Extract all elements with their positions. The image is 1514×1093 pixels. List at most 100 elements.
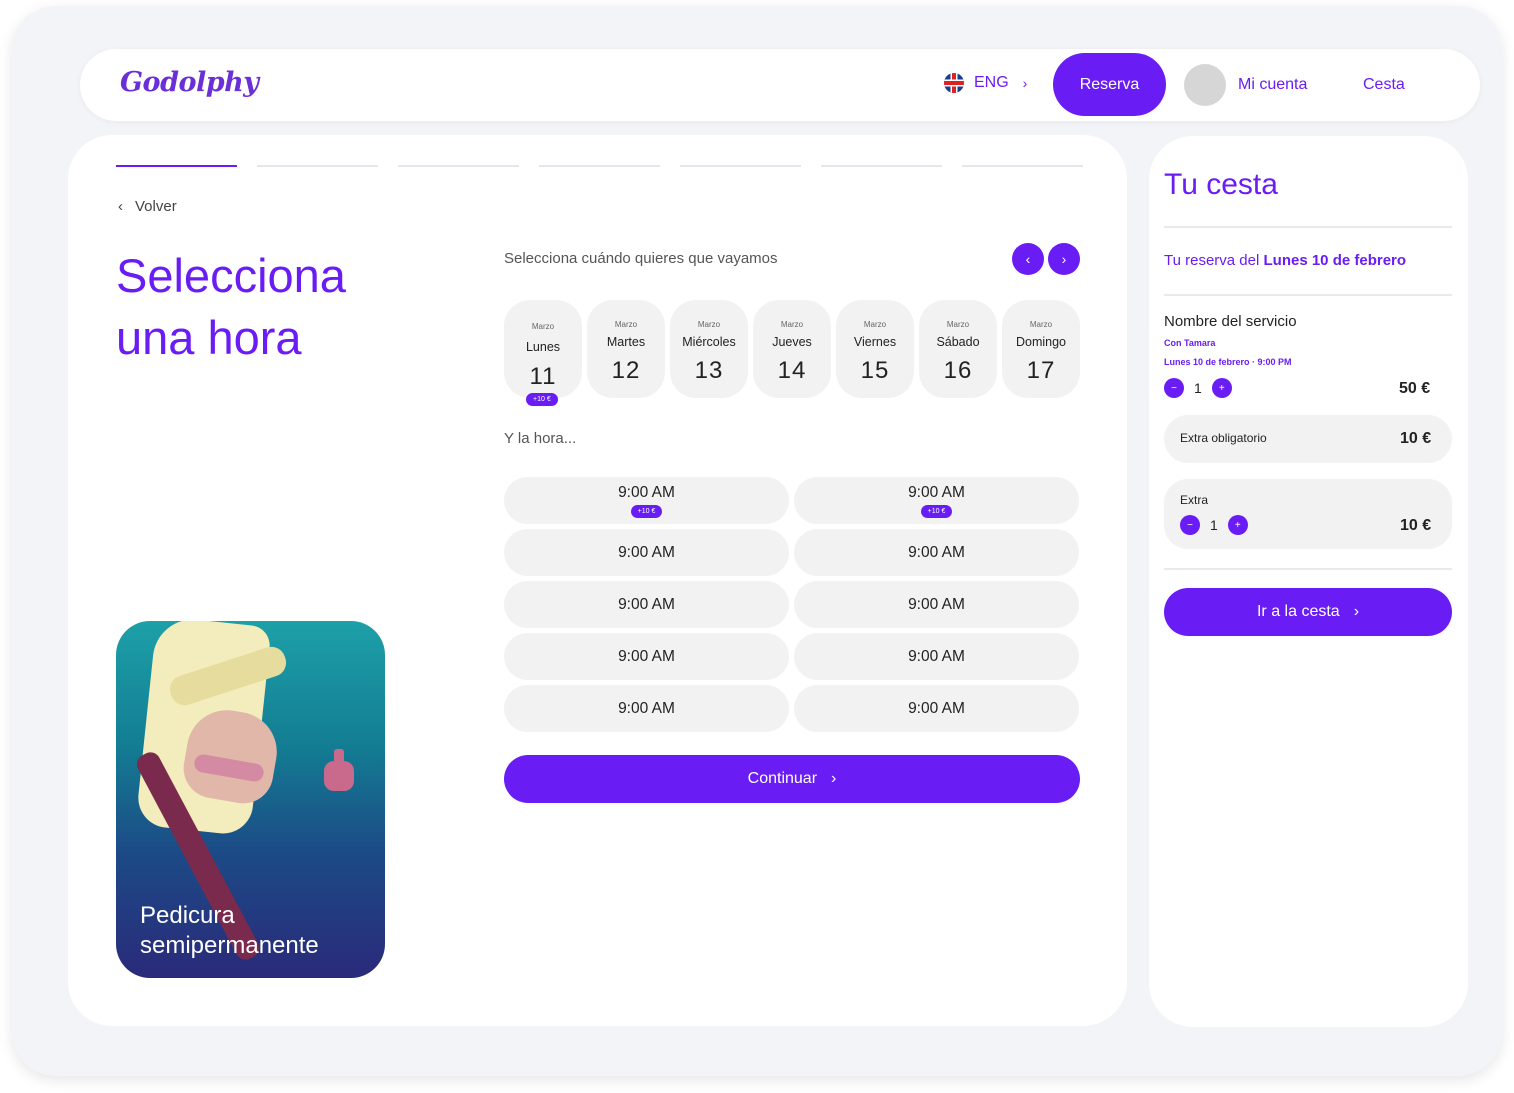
day-card[interactable]: Marzo Lunes 11 +10 € — [504, 300, 582, 406]
prev-week-button[interactable]: ‹ — [1012, 243, 1044, 275]
day-number: 15 — [860, 357, 890, 384]
extra-row: Extra − 1 + 10 € — [1164, 479, 1452, 549]
service-datetime: Lunes 10 de febrero · 9:00 PM — [1164, 357, 1292, 367]
go-to-cart-label: Ir a la cesta — [1256, 603, 1340, 620]
continue-button[interactable]: Continuar › — [504, 755, 1080, 803]
service-image-label: Pedicura semipermanente — [140, 902, 319, 959]
progress-step — [398, 165, 519, 167]
cart-panel: Tu cesta Tu reserva del Lunes 10 de febr… — [1149, 136, 1468, 1027]
time-slot[interactable]: 9:00 AM — [794, 685, 1079, 732]
time-slot-label: 9:00 AM — [908, 543, 965, 561]
avatar[interactable] — [1184, 64, 1226, 106]
quantity-value: 1 — [1210, 517, 1218, 533]
reservation-prefix: Tu reserva del — [1164, 252, 1264, 269]
chevron-right-icon: › — [1022, 75, 1028, 91]
time-slot-label: 9:00 AM — [618, 699, 675, 717]
progress-step — [257, 165, 378, 167]
time-slot[interactable]: 9:00 AM — [504, 529, 789, 576]
time-slot-label: 9:00 AM — [908, 483, 965, 501]
reservation-date: Lunes 10 de febrero — [1263, 252, 1407, 269]
progress-step — [821, 165, 942, 167]
day-name: Miércoles — [682, 335, 736, 349]
day-selector: Marzo Lunes 11 +10 € Marzo Martes 12 Mar… — [504, 300, 1080, 406]
time-slot-label: 9:00 AM — [618, 647, 675, 665]
top-navigation: Godolphy ENG › Reserva Mi cuenta Cesta — [80, 49, 1480, 121]
increase-button[interactable]: + — [1227, 515, 1248, 535]
polish-bottle-graphic — [324, 749, 354, 791]
day-card[interactable]: Marzo Sábado 16 — [919, 300, 997, 398]
day-number: 16 — [943, 357, 973, 384]
service-professional: Con Tamara — [1164, 338, 1216, 348]
chevron-left-icon: ‹ — [118, 198, 123, 215]
day-number: 12 — [611, 357, 641, 384]
cart-title: Tu cesta — [1164, 168, 1278, 201]
time-slot-label: 9:00 AM — [908, 595, 965, 613]
back-label: Volver — [135, 198, 177, 215]
time-slot[interactable]: 9:00 AM +10 € — [504, 477, 789, 524]
progress-step — [680, 165, 801, 167]
time-slot[interactable]: 9:00 AM — [794, 529, 1079, 576]
language-selector[interactable]: ENG › — [944, 73, 1027, 93]
divider — [1164, 568, 1452, 570]
extra-label: Extra — [1180, 493, 1209, 507]
go-to-cart-button[interactable]: Ir a la cesta › — [1164, 588, 1452, 636]
surcharge-badge: +10 € — [526, 393, 558, 406]
day-name: Sábado — [936, 335, 980, 349]
day-number: 17 — [1026, 357, 1056, 384]
date-section-label: Selecciona cuándo quieres que vayamos — [504, 250, 778, 267]
day-name: Viernes — [853, 335, 897, 349]
uk-flag-icon — [944, 73, 964, 93]
time-slot[interactable]: 9:00 AM +10 € — [794, 477, 1079, 524]
day-month: Marzo — [697, 320, 721, 329]
day-name: Lunes — [525, 340, 561, 354]
cart-link[interactable]: Cesta — [1363, 76, 1405, 94]
day-card[interactable]: Marzo Miércoles 13 — [670, 300, 748, 398]
page-title: Selecciona una hora — [116, 249, 346, 364]
day-month: Marzo — [863, 320, 887, 329]
time-slot[interactable]: 9:00 AM — [794, 581, 1079, 628]
day-card[interactable]: Marzo Domingo 17 — [1002, 300, 1080, 398]
time-slot[interactable]: 9:00 AM — [504, 633, 789, 680]
day-month: Marzo — [614, 320, 638, 329]
quantity-value: 1 — [1194, 380, 1202, 396]
divider — [1164, 226, 1452, 228]
day-number: 13 — [694, 357, 724, 384]
surcharge-badge: +10 € — [630, 504, 663, 518]
day-month: Marzo — [531, 322, 555, 331]
day-name: Martes — [606, 335, 646, 349]
reservation-date-line: Tu reserva del Lunes 10 de febrero — [1164, 252, 1406, 269]
day-card[interactable]: Marzo Martes 12 — [587, 300, 665, 398]
time-section-label: Y la hora... — [504, 430, 577, 447]
increase-button[interactable]: + — [1211, 378, 1232, 398]
chevron-right-icon: › — [1353, 603, 1360, 620]
time-slot[interactable]: 9:00 AM — [504, 685, 789, 732]
day-card[interactable]: Marzo Jueves 14 — [753, 300, 831, 398]
day-month: Marzo — [780, 320, 804, 329]
divider — [1164, 294, 1452, 296]
service-image-card: Pedicura semipermanente — [116, 621, 385, 978]
time-slot-label: 9:00 AM — [908, 647, 965, 665]
extra-mandatory-label: Extra obligatorio — [1180, 431, 1267, 445]
decrease-button[interactable]: − — [1180, 515, 1200, 535]
day-month: Marzo — [1029, 320, 1053, 329]
time-slot-label: 9:00 AM — [618, 543, 675, 561]
day-number: 11 — [529, 363, 557, 390]
decrease-button[interactable]: − — [1164, 378, 1184, 398]
time-slot[interactable]: 9:00 AM — [794, 633, 1079, 680]
day-month: Marzo — [946, 320, 970, 329]
day-card[interactable]: Marzo Viernes 15 — [836, 300, 914, 398]
chevron-right-icon: › — [831, 770, 837, 787]
time-slot[interactable]: 9:00 AM — [504, 581, 789, 628]
back-button[interactable]: ‹ Volver — [118, 198, 177, 215]
day-number: 14 — [777, 357, 807, 384]
reserva-button[interactable]: Reserva — [1053, 53, 1166, 116]
time-slot-label: 9:00 AM — [618, 483, 675, 501]
booking-panel: ‹ Volver Selecciona una hora Pedicura se… — [68, 135, 1127, 1026]
service-name: Nombre del servicio — [1164, 313, 1297, 330]
time-slot-label: 9:00 AM — [908, 699, 965, 717]
account-link[interactable]: Mi cuenta — [1238, 76, 1307, 94]
surcharge-badge: +10 € — [920, 504, 953, 518]
logo[interactable]: Godolphy — [120, 67, 259, 98]
app-frame: Godolphy ENG › Reserva Mi cuenta Cesta ‹… — [12, 6, 1502, 1076]
next-week-button[interactable]: › — [1048, 243, 1080, 275]
